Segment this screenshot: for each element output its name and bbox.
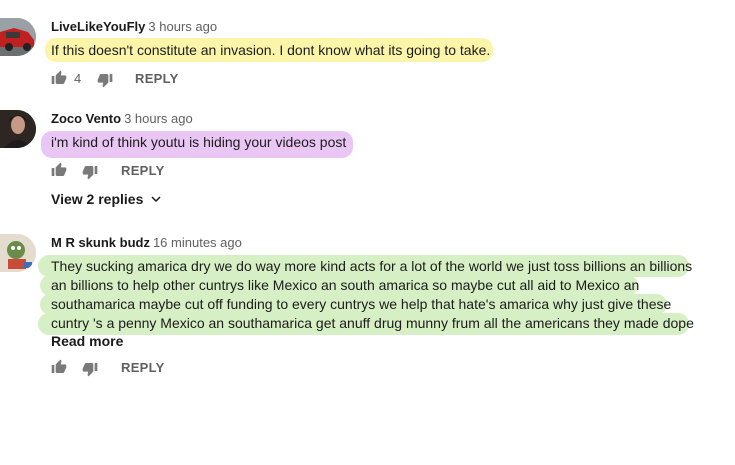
comment-1: LiveLikeYouFly 3 hours ago If this doesn'… [0,0,735,95]
author-name[interactable]: M R skunk budz [51,235,150,250]
thumbs-down-icon [97,74,113,88]
author-name[interactable]: LiveLikeYouFly [51,19,145,34]
comment-text-line: They sucking amarica dry we do way more … [51,258,693,274]
comment-time[interactable]: 3 hours ago [124,111,193,126]
view-replies-label: View 2 replies [51,191,144,207]
like-button[interactable] [51,70,67,86]
comment-time[interactable]: 3 hours ago [148,19,217,34]
red-car-avatar-icon [0,18,36,56]
thumbs-up-icon [51,162,67,176]
comment-meta: Zoco Vento 3 hours ago [51,111,193,126]
cartoon-avatar-icon [0,234,36,272]
dislike-button[interactable] [82,361,98,377]
comment-actions: REPLY [51,359,251,379]
comment-text-line: If this doesn't constitute an invasion. … [51,42,491,58]
comment-text-line: cuntry 's a penny Mexico an southamarica… [51,315,694,331]
like-button[interactable] [51,359,67,375]
comment-text: They sucking amarica dry we do way more … [51,257,694,333]
reply-button[interactable]: REPLY [135,71,179,86]
thumbs-up-icon [51,70,67,84]
comment-3: M R skunk budz 16 minutes ago They suckin… [0,215,735,465]
comment-meta: LiveLikeYouFly 3 hours ago [51,19,217,34]
chevron-down-icon [151,196,161,203]
reply-button[interactable]: REPLY [121,163,165,178]
like-count: 4 [74,71,82,86]
person-avatar-icon [0,110,36,148]
dislike-button[interactable] [97,72,113,88]
comment-text: i'm kind of think youtu is hiding your v… [51,133,346,152]
dislike-button[interactable] [82,164,98,180]
thumbs-down-icon [82,363,98,377]
comment-meta: M R skunk budz 16 minutes ago [51,235,242,250]
view-replies-button[interactable]: View 2 replies [51,191,162,207]
comment-text-line: i'm kind of think youtu is hiding your v… [51,134,347,150]
avatar[interactable] [0,234,36,272]
reply-button[interactable]: REPLY [121,360,165,375]
author-name[interactable]: Zoco Vento [51,111,121,126]
comment-text-line: an billions to help other cuntrys like M… [51,277,640,293]
avatar[interactable] [0,18,36,56]
avatar[interactable] [0,110,36,148]
comment-actions: 4 REPLY [51,70,251,90]
comment-text: If this doesn't constitute an invasion. … [51,41,490,60]
read-more-button[interactable]: Read more [51,333,123,349]
thumbs-down-icon [82,166,98,180]
like-button[interactable] [51,162,67,178]
thumbs-up-icon [51,359,67,373]
comment-2: Zoco Vento 3 hours ago i'm kind of think … [0,95,735,215]
comment-text-line: southamarica maybe cut off funding to ev… [51,296,672,312]
comment-time[interactable]: 16 minutes ago [153,235,242,250]
comment-actions: REPLY [51,162,251,182]
